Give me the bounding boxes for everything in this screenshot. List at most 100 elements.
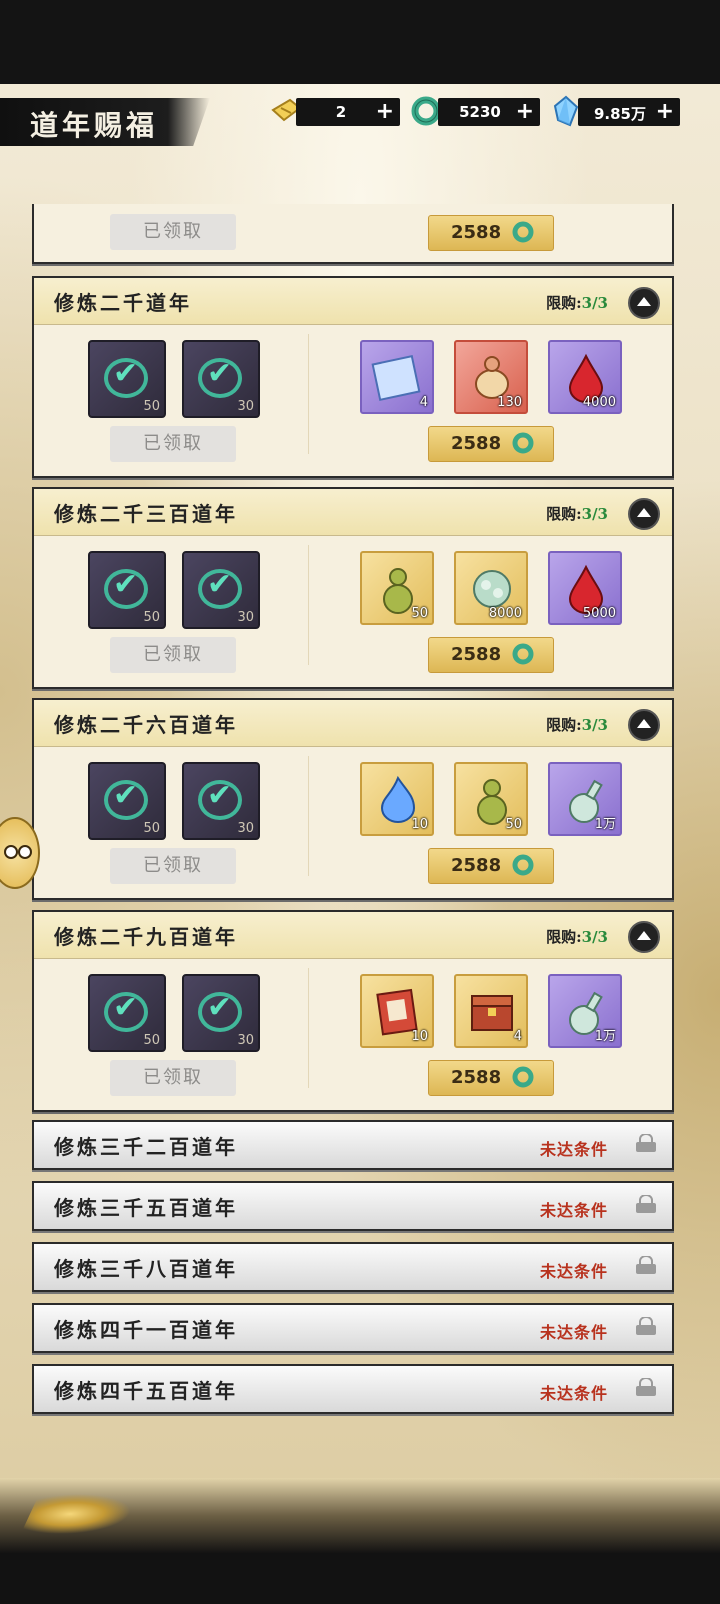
claimed-reward[interactable]: 30 <box>182 974 260 1052</box>
check-icon <box>198 778 242 820</box>
reward-item[interactable]: 10 <box>360 974 434 1048</box>
claimed-status-button: 已领取 <box>110 637 236 673</box>
reward-item[interactable]: 1万 <box>548 974 622 1048</box>
condition-status: 未达条件 <box>539 1384 608 1403</box>
reward-item[interactable]: 1万 <box>548 762 622 836</box>
check-icon <box>104 356 148 398</box>
locked-tier-row[interactable]: 修炼三千八百道年 未达条件 <box>32 1242 674 1292</box>
claimed-status-button: 已领取 <box>110 848 236 884</box>
reward-item[interactable]: 8000 <box>454 551 528 625</box>
partial-tier-panel: 已领取 2588 <box>32 204 674 264</box>
check-icon <box>198 567 242 609</box>
condition-status: 未达条件 <box>539 1323 608 1342</box>
condition-status: 未达条件 <box>539 1201 608 1220</box>
top-status-band <box>0 0 720 84</box>
eye-icon <box>18 845 32 859</box>
tier-header[interactable]: 修炼二千三百道年 限购:3/3 <box>34 489 672 536</box>
tier-name: 修炼三千五百道年 <box>54 1196 238 1220</box>
add-jade-button[interactable]: + <box>516 99 534 124</box>
lock-icon <box>636 1378 656 1396</box>
claimed-status-button: 已领取 <box>110 426 236 462</box>
page-title: 道年赐福 <box>30 109 159 142</box>
claimed-reward[interactable]: 30 <box>182 551 260 629</box>
currency-jade: 5230 + <box>438 98 540 126</box>
jade-ring-icon <box>512 432 534 454</box>
tier-header[interactable]: 修炼二千六百道年 限购:3/3 <box>34 700 672 747</box>
tier-name: 修炼四千五百道年 <box>54 1379 238 1403</box>
lock-icon <box>636 1134 656 1152</box>
claimed-status-button: 已领取 <box>110 214 236 250</box>
claimed-status-button: 已领取 <box>110 1060 236 1096</box>
claimed-reward[interactable]: 50 <box>88 340 166 418</box>
tier-name: 修炼四千一百道年 <box>54 1318 238 1342</box>
add-crystal-button[interactable]: + <box>656 99 674 124</box>
reward-item[interactable]: 4 <box>454 974 528 1048</box>
tier-header[interactable]: 修炼二千道年 限购:3/3 <box>34 278 672 325</box>
scroll-icon <box>371 355 421 401</box>
collapse-toggle[interactable] <box>628 709 660 741</box>
purchase-limit: 限购:3/3 <box>546 294 608 312</box>
jade-ring-icon <box>512 1066 534 1088</box>
locked-tier-row[interactable]: 修炼四千五百道年 未达条件 <box>32 1364 674 1414</box>
purchase-limit: 限购:3/3 <box>546 928 608 946</box>
purchase-limit: 限购:3/3 <box>546 505 608 523</box>
jade-ring-icon <box>512 221 534 243</box>
currency-crystal: 9.85万 + <box>578 98 680 126</box>
purchase-limit: 限购:3/3 <box>546 716 608 734</box>
tier-name: 修炼二千六百道年 <box>54 713 238 737</box>
jade-ring-icon <box>512 854 534 876</box>
collapse-toggle[interactable] <box>628 498 660 530</box>
jade-ring-icon <box>512 643 534 665</box>
lock-icon <box>636 1256 656 1274</box>
currency-ticket: 2 + <box>296 98 400 126</box>
buy-button[interactable]: 2588 <box>428 426 554 462</box>
lock-icon <box>636 1317 656 1335</box>
reward-item[interactable]: 130 <box>454 340 528 414</box>
treasure-chest-icon <box>471 995 513 1031</box>
check-icon <box>104 778 148 820</box>
claimed-reward[interactable]: 50 <box>88 762 166 840</box>
lock-icon <box>636 1195 656 1213</box>
tier-name: 修炼三千二百道年 <box>54 1135 238 1159</box>
claimed-reward[interactable]: 50 <box>88 551 166 629</box>
divider <box>308 756 309 876</box>
brush-stroke-decor <box>20 1494 140 1534</box>
buy-button[interactable]: 2588 <box>428 848 554 884</box>
reward-item[interactable]: 4 <box>360 340 434 414</box>
reward-item[interactable]: 4000 <box>548 340 622 414</box>
tier-panel: 修炼二千三百道年 限购:3/3 50 30 已领取 50 8000 5000 2… <box>32 487 674 689</box>
locked-tier-row[interactable]: 修炼三千二百道年 未达条件 <box>32 1120 674 1170</box>
claimed-reward[interactable]: 30 <box>182 762 260 840</box>
buy-button[interactable]: 2588 <box>428 1060 554 1096</box>
tier-name: 修炼二千道年 <box>54 291 192 315</box>
eye-icon <box>4 845 18 859</box>
divider <box>308 545 309 665</box>
divider <box>308 968 309 1088</box>
reward-item[interactable]: 10 <box>360 762 434 836</box>
check-icon <box>198 990 242 1032</box>
buy-button[interactable]: 2588 <box>428 215 554 251</box>
collapse-toggle[interactable] <box>628 921 660 953</box>
tier-name: 修炼二千三百道年 <box>54 502 238 526</box>
divider <box>308 334 309 454</box>
tier-header[interactable]: 修炼二千九百道年 限购:3/3 <box>34 912 672 959</box>
condition-status: 未达条件 <box>539 1140 608 1159</box>
check-icon <box>104 567 148 609</box>
tier-panel: 修炼二千九百道年 限购:3/3 50 30 已领取 10 4 1万 2588 <box>32 910 674 1112</box>
add-ticket-button[interactable]: + <box>376 99 394 124</box>
locked-tier-row[interactable]: 修炼四千一百道年 未达条件 <box>32 1303 674 1353</box>
check-icon <box>198 356 242 398</box>
locked-tier-row[interactable]: 修炼三千五百道年 未达条件 <box>32 1181 674 1231</box>
tier-name: 修炼二千九百道年 <box>54 925 238 949</box>
claimed-reward[interactable]: 50 <box>88 974 166 1052</box>
reward-item[interactable]: 5000 <box>548 551 622 625</box>
tier-panel: 修炼二千六百道年 限购:3/3 50 30 已领取 10 50 1万 2588 <box>32 698 674 900</box>
reward-item[interactable]: 50 <box>360 551 434 625</box>
check-icon <box>104 990 148 1032</box>
collapse-toggle[interactable] <box>628 287 660 319</box>
claimed-reward[interactable]: 30 <box>182 340 260 418</box>
tier-panel: 修炼二千道年 限购:3/3 50 30 已领取 4 130 4000 2588 <box>32 276 674 478</box>
buy-button[interactable]: 2588 <box>428 637 554 673</box>
reward-item[interactable]: 50 <box>454 762 528 836</box>
condition-status: 未达条件 <box>539 1262 608 1281</box>
